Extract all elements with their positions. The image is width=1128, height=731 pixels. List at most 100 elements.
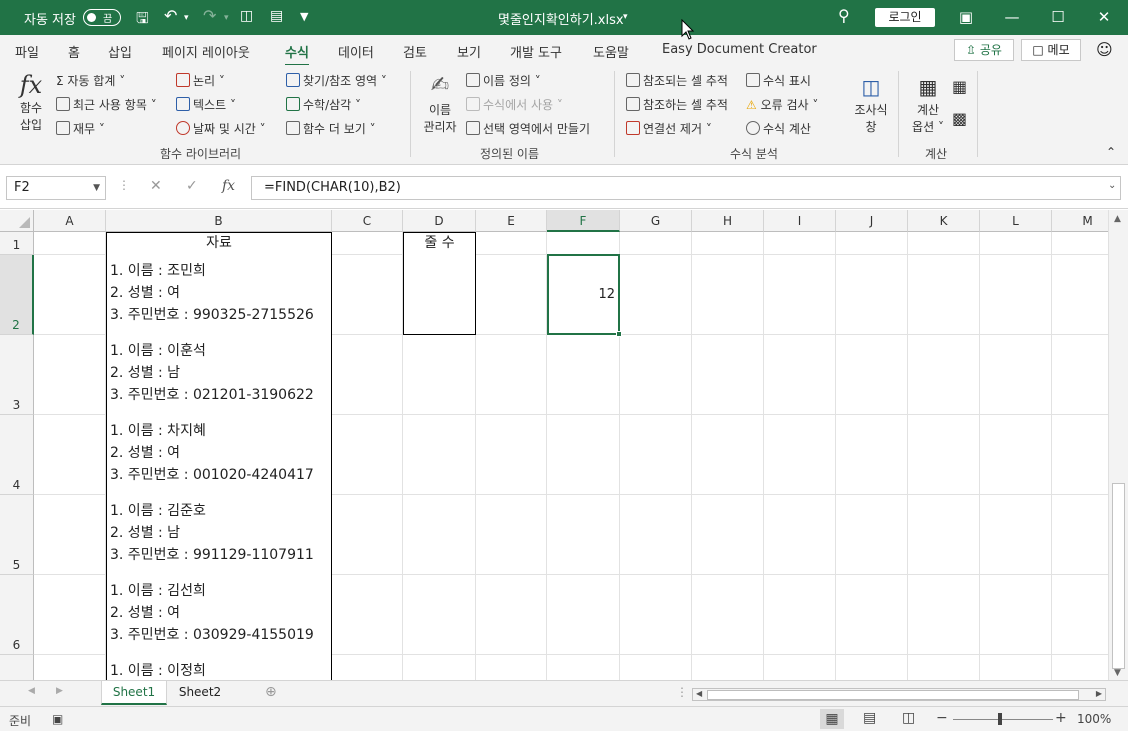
define-name-button[interactable]: 이름 정의 ˅: [466, 72, 541, 89]
row-header-1[interactable]: 1: [0, 232, 34, 255]
vertical-scroll-thumb[interactable]: [1112, 483, 1125, 669]
sheet-tab-sheet2[interactable]: Sheet2: [167, 681, 233, 705]
error-checking-button[interactable]: ⚠ 오류 검사 ˅: [746, 96, 818, 113]
scroll-right-icon[interactable]: ▶: [1096, 689, 1102, 698]
cell-b2[interactable]: 1. 이름 : 조민희 2. 성별 : 여 3. 주민번호 : 990325-2…: [106, 254, 332, 335]
column-header-e[interactable]: E: [476, 210, 547, 232]
cell-b1[interactable]: 자료: [106, 232, 332, 255]
row-header-2[interactable]: 2: [0, 255, 34, 335]
fill-handle[interactable]: [616, 331, 622, 337]
minimize-icon[interactable]: —: [998, 6, 1026, 28]
column-header-l[interactable]: L: [980, 210, 1052, 232]
calculate-now-icon[interactable]: ▦: [952, 77, 967, 96]
more-functions-button[interactable]: 함수 더 보기 ˅: [286, 120, 376, 137]
zoom-out-icon[interactable]: −: [936, 710, 948, 726]
cell-d2[interactable]: [403, 254, 476, 335]
page-layout-view-icon[interactable]: ▤: [863, 710, 876, 726]
tab-developer[interactable]: 개발 도구: [510, 42, 562, 61]
scroll-down-icon[interactable]: ▼: [1114, 668, 1121, 678]
expand-formula-bar-icon[interactable]: ⌄: [1108, 180, 1116, 191]
logical-button[interactable]: 논리 ˅: [176, 72, 225, 89]
horizontal-scroll-thumb[interactable]: [707, 690, 1079, 700]
tab-insert[interactable]: 삽입: [108, 42, 132, 61]
cell-f2-active[interactable]: 12: [547, 254, 622, 337]
enter-icon[interactable]: ✓: [186, 178, 198, 194]
recently-used-button[interactable]: 최근 사용 항목 ˅: [56, 96, 157, 113]
create-from-selection-button[interactable]: 선택 영역에서 만들기: [466, 120, 590, 137]
tab-formulas[interactable]: 수식: [285, 42, 309, 67]
tab-data[interactable]: 데이터: [338, 42, 374, 61]
row-header-5[interactable]: 5: [0, 495, 34, 575]
autosave-toggle[interactable]: 끔: [83, 9, 121, 26]
filename-dropdown-icon[interactable]: ▾: [623, 12, 628, 22]
text-button[interactable]: 텍스트 ˅: [176, 96, 236, 113]
column-header-f[interactable]: F: [547, 210, 620, 232]
column-header-a[interactable]: A: [34, 210, 106, 232]
horizontal-scrollbar[interactable]: ◀ ▶: [692, 688, 1106, 701]
zoom-level[interactable]: 100%: [1077, 712, 1111, 726]
column-header-j[interactable]: J: [836, 210, 908, 232]
name-box[interactable]: F2 ▼: [6, 176, 106, 200]
tab-help[interactable]: 도움말: [593, 42, 629, 61]
watch-window-button[interactable]: ◫ 조사식 창: [850, 73, 892, 135]
cell-b4[interactable]: 1. 이름 : 차지혜 2. 성별 : 여 3. 주민번호 : 001020-4…: [106, 414, 332, 495]
tab-view[interactable]: 보기: [457, 42, 481, 61]
redo-icon[interactable]: ↷: [203, 6, 216, 25]
file-name[interactable]: 몇줄인지확인하기.xlsx: [498, 9, 624, 28]
form-icon[interactable]: ▤: [270, 8, 283, 24]
column-header-h[interactable]: H: [692, 210, 764, 232]
calculation-options-button[interactable]: ▦ 계산 옵션 ˅: [908, 73, 948, 135]
add-sheet-icon[interactable]: ⊕: [265, 684, 277, 700]
column-header-c[interactable]: C: [332, 210, 403, 232]
row-header-6[interactable]: 6: [0, 575, 34, 655]
normal-view-icon[interactable]: ▦: [820, 709, 844, 729]
tab-home[interactable]: 홈: [68, 42, 80, 61]
name-box-dropdown-icon[interactable]: ▼: [93, 177, 100, 199]
trace-precedents-button[interactable]: 참조되는 셀 추적: [626, 72, 728, 89]
cell-d1[interactable]: 줄 수: [403, 232, 476, 255]
redo-dropdown-icon[interactable]: ▾: [224, 13, 229, 23]
hscroll-split-icon[interactable]: ⋮: [676, 685, 688, 699]
maximize-icon[interactable]: ☐: [1044, 6, 1072, 28]
lookup-reference-button[interactable]: 찾기/참조 영역 ˅: [286, 72, 387, 89]
cell-b5[interactable]: 1. 이름 : 김준호 2. 성별 : 남 3. 주민번호 : 991129-1…: [106, 494, 332, 575]
close-icon[interactable]: ✕: [1090, 6, 1118, 28]
column-header-g[interactable]: G: [620, 210, 692, 232]
search-icon[interactable]: ⚲: [838, 6, 850, 25]
vertical-scrollbar[interactable]: ▲ ▼: [1108, 210, 1128, 680]
math-trig-button[interactable]: 수학/삼각 ˅: [286, 96, 361, 113]
remove-arrows-button[interactable]: 연결선 제거 ˅: [626, 120, 712, 137]
comments-button[interactable]: □ 메모: [1021, 39, 1081, 61]
feedback-smiley-icon[interactable]: ☺: [1096, 40, 1113, 59]
column-header-i[interactable]: I: [764, 210, 836, 232]
name-manager-button[interactable]: ✍ 이름 관리자: [420, 71, 460, 135]
save-icon[interactable]: 🖫: [136, 8, 149, 33]
autosum-button[interactable]: Σ 자동 합계 ˅: [56, 72, 125, 89]
column-header-k[interactable]: K: [908, 210, 980, 232]
sheet-tab-sheet1[interactable]: Sheet1: [101, 681, 167, 705]
column-header-d[interactable]: D: [403, 210, 476, 232]
show-formulas-button[interactable]: 수식 표시: [746, 72, 811, 89]
zoom-in-icon[interactable]: +: [1055, 710, 1067, 726]
zoom-slider-track[interactable]: [953, 719, 1053, 720]
financial-button[interactable]: 재무 ˅: [56, 120, 105, 137]
column-header-m[interactable]: M: [1052, 210, 1108, 232]
insert-function-icon[interactable]: fx: [222, 178, 235, 194]
sheet-next-icon[interactable]: ▶: [56, 686, 63, 696]
tab-page-layout[interactable]: 페이지 레이아웃: [162, 42, 250, 61]
tab-easy-document-creator[interactable]: Easy Document Creator: [662, 42, 817, 57]
tab-review[interactable]: 검토: [403, 42, 427, 61]
evaluate-formula-button[interactable]: 수식 계산: [746, 120, 811, 137]
row-header-4[interactable]: 4: [0, 415, 34, 495]
calculate-sheet-icon[interactable]: ▩: [952, 109, 967, 128]
cell-b3[interactable]: 1. 이름 : 이훈석 2. 성별 : 남 3. 주민번호 : 021201-3…: [106, 334, 332, 415]
macro-record-icon[interactable]: ▣: [52, 712, 63, 726]
zoom-slider-thumb[interactable]: [998, 713, 1002, 725]
new-sheet-icon[interactable]: ◫: [240, 8, 253, 24]
undo-icon[interactable]: ↶: [164, 6, 177, 25]
share-button[interactable]: ⇫ 공유: [954, 39, 1014, 61]
worksheet-grid[interactable]: A B C D E F G H I J K L M 1 2 3 4 5 6 자료…: [0, 210, 1108, 680]
cell-b6[interactable]: 1. 이름 : 김선희 2. 성별 : 여 3. 주민번호 : 030929-4…: [106, 574, 332, 655]
tab-file[interactable]: 파일: [15, 42, 39, 61]
ribbon-display-icon[interactable]: ▣: [952, 6, 980, 28]
